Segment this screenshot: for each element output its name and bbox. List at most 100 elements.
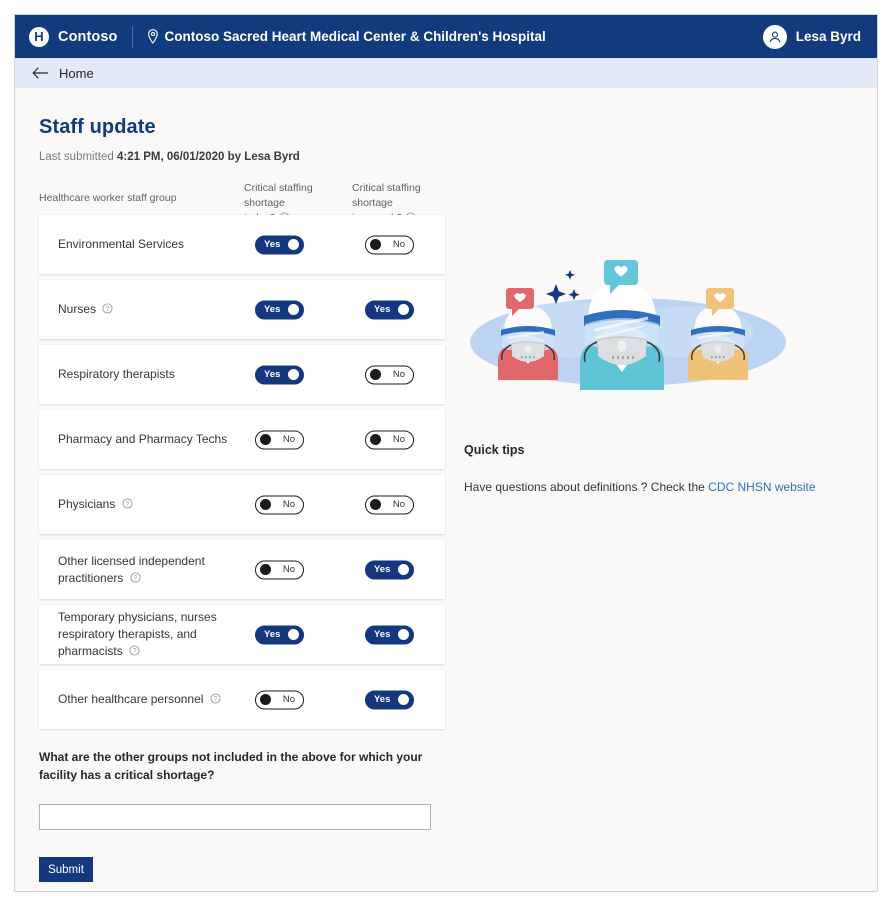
- quick-tips-column: Quick tips Have questions about definiti…: [452, 88, 862, 494]
- toggle-cell-today: No: [255, 560, 304, 579]
- staff-group-name: Nurses: [58, 302, 97, 316]
- svg-text:?: ?: [213, 696, 217, 703]
- site-name-group: Contoso Sacred Heart Medical Center & Ch…: [147, 29, 546, 44]
- toggle-knob: [260, 564, 271, 575]
- toggle-state-label: Yes: [264, 238, 281, 250]
- toggle-today-row-4[interactable]: No: [255, 495, 304, 514]
- svg-text:?: ?: [133, 575, 137, 582]
- quick-tips-title: Quick tips: [464, 443, 525, 457]
- toggle-today-row-6[interactable]: Yes: [255, 625, 304, 644]
- toggle-knob: [398, 564, 409, 575]
- toggle-state-label: No: [282, 433, 295, 445]
- contoso-logo-icon: H: [29, 26, 49, 47]
- toggle-cell-week: Yes: [365, 300, 414, 319]
- svg-text:?: ?: [133, 648, 137, 655]
- other-groups-input[interactable]: [39, 804, 431, 830]
- toggle-state-label: Yes: [374, 303, 391, 315]
- site-name-label: Contoso Sacred Heart Medical Center & Ch…: [164, 29, 546, 44]
- healthcare-workers-masks-illustration: [470, 260, 786, 390]
- table-row: Temporary physicians, nurses respiratory…: [39, 605, 445, 664]
- brand-logo-group[interactable]: H Contoso: [29, 26, 118, 47]
- breadcrumb-home-link[interactable]: Home: [59, 66, 94, 81]
- toggle-cell-today: Yes: [255, 235, 304, 254]
- toggle-cell-today: Yes: [255, 300, 304, 319]
- toggle-state-label: No: [392, 498, 405, 510]
- last-submitted-text: Last submitted 4:21 PM, 06/01/2020 by Le…: [39, 151, 450, 163]
- toggle-cell-week: No: [365, 235, 414, 254]
- top-navigation-bar: H Contoso Contoso Sacred Heart Medical C…: [15, 15, 877, 58]
- staff-group-name: Environmental Services: [58, 237, 185, 251]
- account-name-label: Lesa Byrd: [795, 29, 861, 44]
- staff-group-label: Respiratory therapists: [39, 366, 239, 383]
- quick-tips-text: Have questions about definitions ? Check…: [464, 480, 862, 494]
- table-row: Pharmacy and Pharmacy Techs No No: [39, 410, 445, 469]
- last-submitted-prefix: Last submitted: [39, 151, 117, 163]
- toggle-week-row-6[interactable]: Yes: [365, 625, 414, 644]
- toggle-today-row-7[interactable]: No: [255, 690, 304, 709]
- toggle-cell-today: No: [255, 690, 304, 709]
- toggle-state-label: Yes: [374, 563, 391, 575]
- toggle-state-label: No: [282, 693, 295, 705]
- toggle-week-row-2[interactable]: No: [365, 365, 414, 384]
- app-window: H Contoso Contoso Sacred Heart Medical C…: [14, 14, 878, 892]
- toggle-knob: [260, 434, 271, 445]
- toggle-cell-today: Yes: [255, 365, 304, 384]
- toggle-state-label: No: [392, 238, 405, 250]
- toggle-week-row-7[interactable]: Yes: [365, 690, 414, 709]
- toggle-state-label: No: [282, 498, 295, 510]
- table-row: Physicians ? No No: [39, 475, 445, 534]
- staff-group-label: Other healthcare personnel ?: [39, 691, 239, 708]
- toggle-knob: [398, 694, 409, 705]
- column-header-staff-group: Healthcare worker staff group: [39, 192, 177, 204]
- toggle-knob: [398, 629, 409, 640]
- toggle-week-row-5[interactable]: Yes: [365, 560, 414, 579]
- staff-group-label: Pharmacy and Pharmacy Techs: [39, 431, 239, 448]
- other-groups-question: What are the other groups not included i…: [39, 750, 423, 782]
- toggle-knob: [288, 304, 299, 315]
- toggle-today-row-1[interactable]: Yes: [255, 300, 304, 319]
- toggle-state-label: No: [282, 563, 295, 575]
- staff-group-name: Pharmacy and Pharmacy Techs: [58, 432, 228, 446]
- form-column: Staff update Last submitted 4:21 PM, 06/…: [25, 88, 450, 891]
- toggle-knob: [370, 499, 381, 510]
- help-circle-icon[interactable]: ?: [102, 303, 113, 314]
- submit-button[interactable]: Submit: [39, 857, 93, 882]
- app-screenshot: H Contoso Contoso Sacred Heart Medical C…: [0, 0, 892, 906]
- toggle-week-row-4[interactable]: No: [365, 495, 414, 514]
- toggle-knob: [398, 304, 409, 315]
- toggle-week-row-0[interactable]: No: [365, 235, 414, 254]
- back-arrow-icon[interactable]: [32, 67, 48, 79]
- toggle-knob: [288, 629, 299, 640]
- toggle-today-row-5[interactable]: No: [255, 560, 304, 579]
- staff-group-label: Physicians ?: [39, 496, 239, 513]
- staff-group-label: Temporary physicians, nurses respiratory…: [39, 609, 239, 660]
- help-circle-icon[interactable]: ?: [129, 645, 140, 656]
- toggle-today-row-2[interactable]: Yes: [255, 365, 304, 384]
- table-row: Other healthcare personnel ? No Yes: [39, 670, 445, 729]
- last-submitted-value: 4:21 PM, 06/01/2020 by Lesa Byrd: [116, 151, 300, 163]
- person-avatar-icon: [762, 24, 787, 49]
- cdc-nhsn-website-link[interactable]: CDC NHSN website: [708, 480, 815, 494]
- breadcrumb: Home: [15, 58, 877, 88]
- toggle-cell-today: No: [255, 495, 304, 514]
- toggle-week-row-3[interactable]: No: [365, 430, 414, 449]
- toggle-cell-week: No: [365, 430, 414, 449]
- toggle-cell-week: No: [365, 495, 414, 514]
- help-circle-icon[interactable]: ?: [210, 693, 221, 704]
- toggle-knob: [288, 369, 299, 380]
- staff-group-label: Nurses ?: [39, 301, 239, 318]
- page-title: Staff update: [39, 116, 156, 138]
- account-menu[interactable]: Lesa Byrd: [762, 24, 861, 49]
- toggle-state-label: Yes: [374, 693, 391, 705]
- staff-group-name: Physicians: [58, 497, 116, 511]
- staff-group-rows: Environmental Services Yes No Nurses ? Yes Ye…: [39, 215, 445, 729]
- toggle-week-row-1[interactable]: Yes: [365, 300, 414, 319]
- toggle-knob: [260, 694, 271, 705]
- toggle-today-row-0[interactable]: Yes: [255, 235, 304, 254]
- toggle-today-row-3[interactable]: No: [255, 430, 304, 449]
- page-content: Staff update Last submitted 4:21 PM, 06/…: [15, 88, 877, 891]
- help-circle-icon[interactable]: ?: [122, 498, 133, 509]
- help-circle-icon[interactable]: ?: [130, 571, 141, 583]
- staff-group-name: Other healthcare personnel: [58, 692, 204, 706]
- column-header-today-line1: Critical staffing shortage: [244, 182, 313, 209]
